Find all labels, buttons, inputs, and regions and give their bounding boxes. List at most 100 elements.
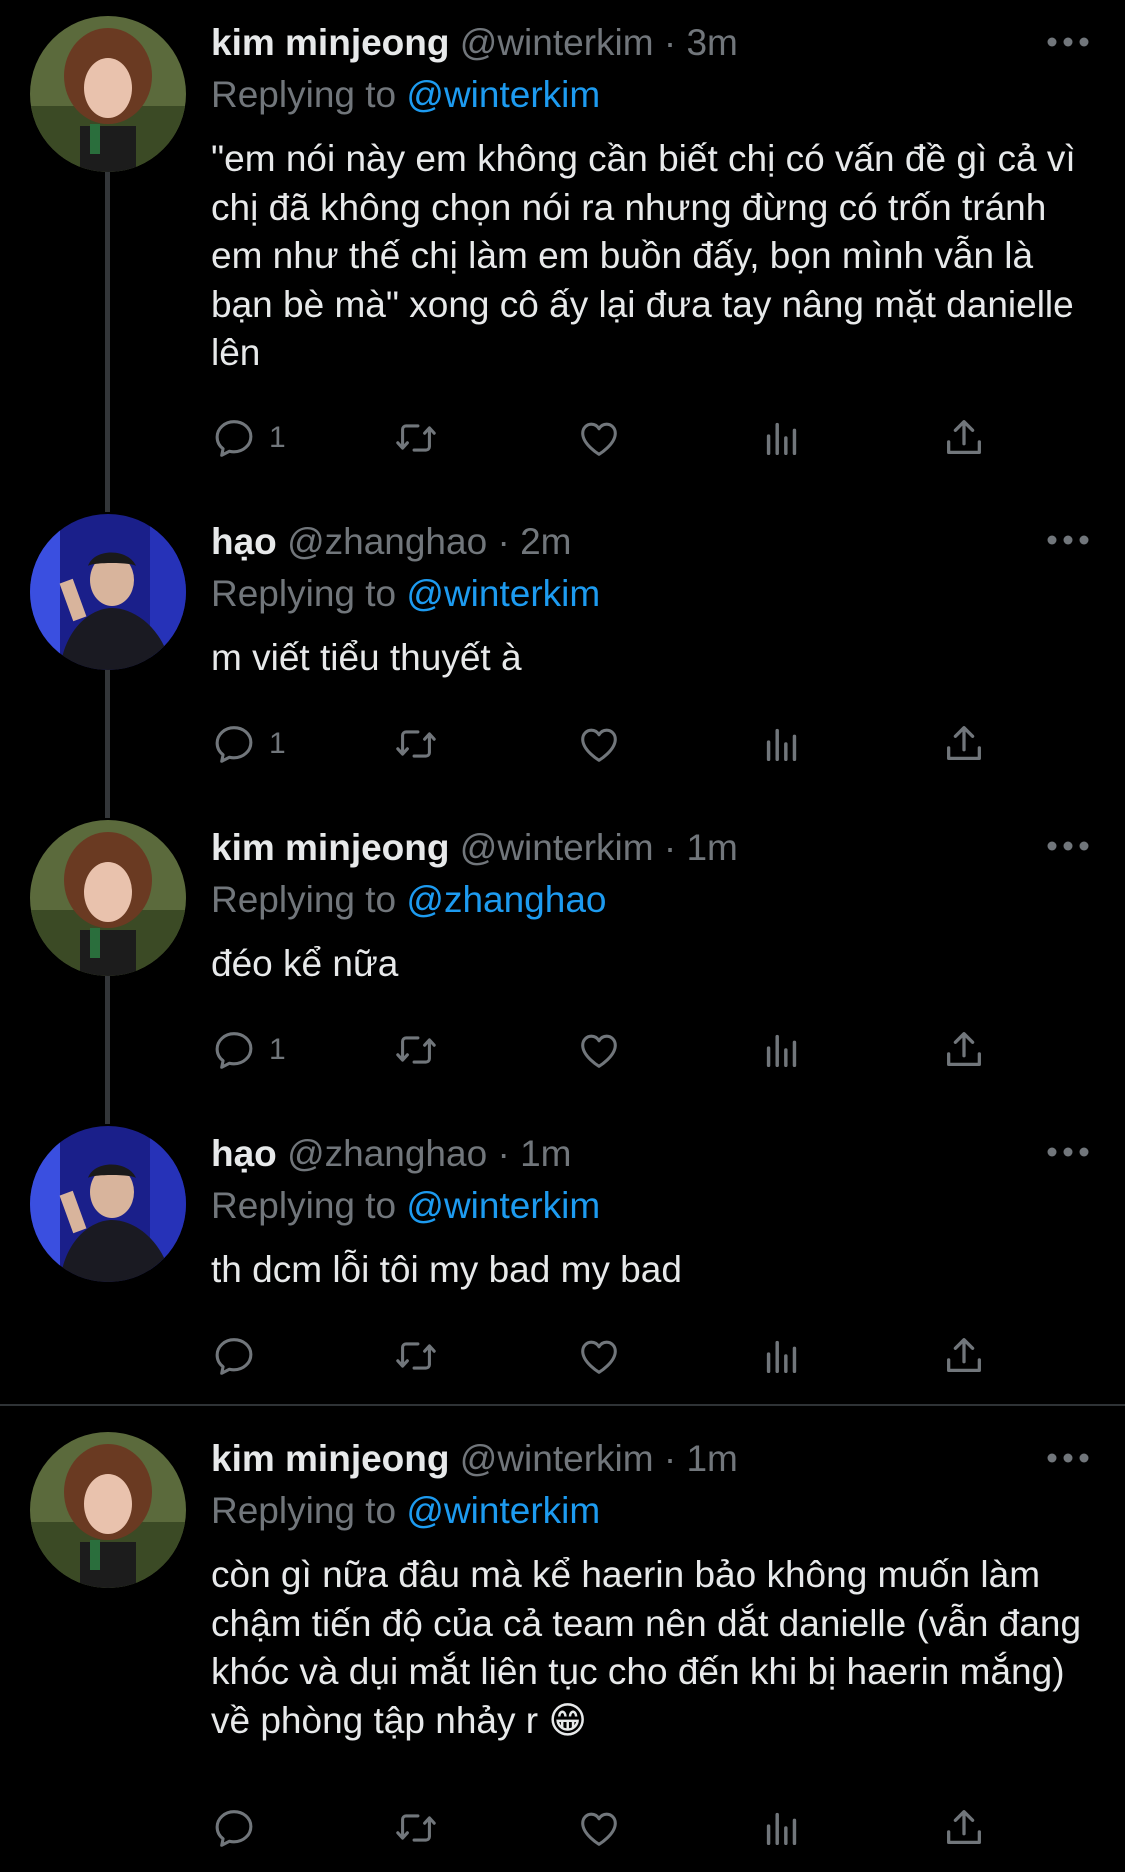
analytics-icon (766, 1034, 797, 1068)
retweet-icon (396, 730, 436, 758)
mention-link[interactable]: @zhanghao (406, 879, 606, 920)
user-handle[interactable]: @winterkim (460, 827, 654, 868)
avatar[interactable] (30, 514, 186, 670)
display-name[interactable]: hạo (211, 521, 277, 562)
tweet[interactable]: hạo @zhanghao · 2m Replying to @winterki… (0, 500, 1125, 806)
timestamp[interactable]: 1m (520, 1133, 571, 1174)
timestamp[interactable]: 2m (520, 521, 571, 562)
more-icon[interactable] (1046, 838, 1090, 854)
retweet-icon (396, 1036, 436, 1064)
reply-button[interactable]: 1 (211, 1024, 286, 1076)
analytics-button[interactable] (759, 1802, 805, 1854)
like-button[interactable] (576, 412, 622, 464)
analytics-icon (766, 1812, 797, 1846)
reply-icon (215, 1032, 253, 1069)
share-button[interactable] (941, 1330, 987, 1382)
reply-count: 1 (269, 421, 286, 454)
tweet-text: đéo kể nữa (211, 943, 399, 984)
reply-count: 1 (269, 727, 286, 760)
mention-link[interactable]: @winterkim (406, 1490, 600, 1531)
retweet-button[interactable] (393, 1024, 439, 1076)
retweet-button[interactable] (393, 718, 439, 770)
tweet[interactable]: kim minjeong @winterkim · 1m Replying to… (0, 806, 1125, 1112)
replying-to: Replying to @winterkim (211, 570, 600, 618)
tweet[interactable]: kim minjeong @winterkim · 3m Replying to… (0, 0, 1125, 500)
reply-button[interactable]: 1 (211, 718, 286, 770)
share-button[interactable] (941, 1024, 987, 1076)
share-button[interactable] (941, 718, 987, 770)
reply-button[interactable] (211, 1330, 257, 1382)
user-handle[interactable]: @winterkim (460, 22, 654, 63)
retweet-button[interactable] (393, 1802, 439, 1854)
more-icon[interactable] (1046, 1450, 1090, 1466)
analytics-button[interactable] (759, 718, 805, 770)
timestamp[interactable]: 3m (686, 22, 737, 63)
display-name[interactable]: kim minjeong (211, 827, 449, 868)
like-icon (581, 1812, 617, 1846)
more-icon[interactable] (1046, 1144, 1090, 1160)
retweet-icon (396, 1342, 436, 1370)
tweet-text: th dcm lỗi tôi my bad my bad (211, 1249, 682, 1290)
mention-link[interactable]: @winterkim (406, 74, 600, 115)
tweet-header: hạo @zhanghao · 2m (211, 518, 1035, 566)
tweet-header: kim minjeong @winterkim · 3m (211, 19, 1035, 67)
analytics-button[interactable] (759, 412, 805, 464)
reply-icon (215, 420, 253, 457)
retweet-button[interactable] (393, 412, 439, 464)
like-button[interactable] (576, 718, 622, 770)
retweet-icon (396, 1814, 436, 1842)
tweet-text: còn gì nữa đâu mà kể haerin bảo không mu… (211, 1554, 1082, 1741)
timestamp[interactable]: 1m (686, 827, 737, 868)
timestamp[interactable]: 1m (686, 1438, 737, 1479)
user-handle[interactable]: @zhanghao (287, 1133, 487, 1174)
like-icon (581, 1034, 617, 1068)
tweet-actions: 1 (211, 412, 1011, 464)
user-handle[interactable]: @zhanghao (287, 521, 487, 562)
replying-label: Replying to (211, 1490, 397, 1531)
more-icon[interactable] (1046, 34, 1090, 50)
reply-count: 1 (269, 1033, 286, 1066)
like-icon (581, 422, 617, 456)
share-button[interactable] (941, 1802, 987, 1854)
tweet-actions (211, 1802, 1011, 1854)
user-handle[interactable]: @winterkim (460, 1438, 654, 1479)
display-name[interactable]: kim minjeong (211, 22, 449, 63)
reply-icon (215, 1810, 253, 1847)
tweet-header: kim minjeong @winterkim · 1m (211, 824, 1035, 872)
tweet-actions (211, 1330, 1011, 1382)
display-name[interactable]: kim minjeong (211, 1438, 449, 1479)
retweet-button[interactable] (393, 1330, 439, 1382)
reply-button[interactable] (211, 1802, 257, 1854)
analytics-icon (766, 728, 797, 762)
share-button[interactable] (941, 412, 987, 464)
tweet[interactable]: kim minjeong @winterkim · 1m Replying to… (0, 1406, 1125, 1872)
tweet-header: kim minjeong @winterkim · 1m (211, 1435, 1035, 1483)
replying-label: Replying to (211, 573, 397, 614)
replying-to: Replying to @zhanghao (211, 876, 607, 924)
tweet-text: "em nói này em không cần biết chị có vấn… (211, 138, 1076, 373)
mention-link[interactable]: @winterkim (406, 1185, 600, 1226)
avatar[interactable] (30, 16, 186, 172)
tweet-actions: 1 (211, 1024, 1011, 1076)
mention-link[interactable]: @winterkim (406, 573, 600, 614)
like-button[interactable] (576, 1330, 622, 1382)
replying-to: Replying to @winterkim (211, 1487, 600, 1535)
tweet[interactable]: hạo @zhanghao · 1m Replying to @winterki… (0, 1112, 1125, 1404)
separator-dot: · (663, 22, 677, 63)
like-button[interactable] (576, 1024, 622, 1076)
more-icon[interactable] (1046, 532, 1090, 548)
reply-icon (215, 726, 253, 763)
avatar[interactable] (30, 820, 186, 976)
reply-button[interactable]: 1 (211, 412, 286, 464)
avatar[interactable] (30, 1432, 186, 1588)
analytics-button[interactable] (759, 1024, 805, 1076)
avatar[interactable] (30, 1126, 186, 1282)
analytics-icon (766, 1340, 797, 1374)
tweet-text: m viết tiểu thuyết à (211, 637, 522, 678)
like-button[interactable] (576, 1802, 622, 1854)
separator-dot: · (663, 827, 677, 868)
analytics-button[interactable] (759, 1330, 805, 1382)
replying-to: Replying to @winterkim (211, 1182, 600, 1230)
share-icon (947, 1338, 981, 1373)
display-name[interactable]: hạo (211, 1133, 277, 1174)
